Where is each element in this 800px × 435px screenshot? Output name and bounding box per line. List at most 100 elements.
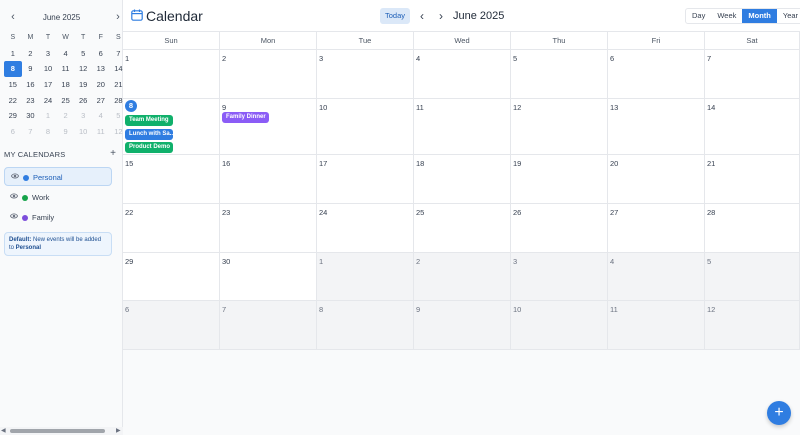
mini-day[interactable]: 20 <box>92 77 110 93</box>
scroll-left-icon[interactable]: ◀ <box>1 427 6 435</box>
prev-month-icon[interactable]: ‹ <box>416 8 428 24</box>
view-year-button[interactable]: Year <box>777 9 800 23</box>
day-cell[interactable]: 22 <box>123 204 220 253</box>
day-cell[interactable]: 13 <box>608 99 705 155</box>
day-cell[interactable]: 25 <box>414 204 511 253</box>
day-cell[interactable]: 28 <box>705 204 800 253</box>
day-cell[interactable]: 15 <box>123 155 220 204</box>
mini-day[interactable]: 2 <box>22 46 40 62</box>
eye-icon[interactable] <box>10 212 18 220</box>
mini-day[interactable]: 17 <box>39 77 57 93</box>
mini-day[interactable]: 5 <box>74 46 92 62</box>
scrollbar-thumb[interactable] <box>10 429 105 433</box>
mini-day[interactable]: 9 <box>57 124 75 140</box>
day-cell[interactable]: 19 <box>511 155 608 204</box>
day-cell[interactable]: 8 <box>317 301 414 350</box>
day-cell[interactable]: 1 <box>317 253 414 301</box>
mini-day[interactable]: 6 <box>4 124 22 140</box>
day-cell[interactable]: 5 <box>511 50 608 99</box>
day-cell[interactable]: 10 <box>317 99 414 155</box>
mini-day[interactable]: 30 <box>22 108 40 124</box>
add-calendar-icon[interactable]: + <box>110 148 116 160</box>
mini-day[interactable]: 11 <box>92 124 110 140</box>
day-cell[interactable]: 2 <box>220 50 317 99</box>
event-chip[interactable]: Team Meeting <box>125 115 173 126</box>
eye-icon[interactable] <box>11 172 19 180</box>
mini-day[interactable]: 1 <box>4 46 22 62</box>
day-cell[interactable]: 3 <box>317 50 414 99</box>
day-cell[interactable]: 29 <box>123 253 220 301</box>
event-chip[interactable]: Family Dinner <box>222 112 269 123</box>
mini-day[interactable]: 7 <box>22 124 40 140</box>
day-cell[interactable]: 16 <box>220 155 317 204</box>
next-month-icon[interactable]: › <box>435 8 447 24</box>
mini-day-today[interactable]: 8 <box>4 61 22 77</box>
mini-day[interactable]: 16 <box>22 77 40 93</box>
mini-day[interactable]: 8 <box>39 124 57 140</box>
calendar-item-personal[interactable]: Personal <box>4 167 112 186</box>
today-button[interactable]: Today <box>380 8 410 24</box>
mini-day[interactable]: 24 <box>39 93 57 109</box>
mini-day[interactable]: 15 <box>4 77 22 93</box>
scroll-right-icon[interactable]: ▶ <box>116 427 121 435</box>
day-cell[interactable]: 1 <box>123 50 220 99</box>
day-cell[interactable]: 12 <box>705 301 800 350</box>
day-cell[interactable]: 10 <box>511 301 608 350</box>
mini-day[interactable]: 9 <box>22 61 40 77</box>
mini-day[interactable]: 10 <box>74 124 92 140</box>
day-cell[interactable]: 11 <box>608 301 705 350</box>
day-cell[interactable]: 11 <box>414 99 511 155</box>
day-cell[interactable]: 7 <box>705 50 800 99</box>
mini-day[interactable]: 27 <box>92 93 110 109</box>
day-cell[interactable]: 4 <box>608 253 705 301</box>
mini-day[interactable]: 4 <box>57 46 75 62</box>
mini-day[interactable]: 13 <box>92 61 110 77</box>
mini-day[interactable]: 1 <box>39 108 57 124</box>
day-cell[interactable]: 5 <box>705 253 800 301</box>
day-cell[interactable]: 9Family Dinner <box>220 99 317 155</box>
calendar-item-work[interactable]: Work <box>4 188 112 207</box>
day-cell[interactable]: 17 <box>317 155 414 204</box>
sidebar-horizontal-scrollbar[interactable]: ◀ ▶ <box>0 427 123 435</box>
mini-day[interactable]: 25 <box>57 93 75 109</box>
mini-day[interactable]: 4 <box>92 108 110 124</box>
eye-icon[interactable] <box>10 192 18 200</box>
day-cell[interactable]: 12 <box>511 99 608 155</box>
day-cell[interactable]: 30 <box>220 253 317 301</box>
day-cell[interactable]: 18 <box>414 155 511 204</box>
day-cell[interactable]: 26 <box>511 204 608 253</box>
day-cell[interactable]: 27 <box>608 204 705 253</box>
mini-day[interactable]: 18 <box>57 77 75 93</box>
view-week-button[interactable]: Week <box>711 9 742 23</box>
view-month-button[interactable]: Month <box>742 9 777 23</box>
mini-day[interactable]: 3 <box>74 108 92 124</box>
event-chip[interactable]: Lunch with Sa... <box>125 129 173 140</box>
day-cell-today[interactable]: 8Team MeetingLunch with Sa...Product Dem… <box>123 99 220 155</box>
day-cell[interactable]: 23 <box>220 204 317 253</box>
day-cell[interactable]: 14 <box>705 99 800 155</box>
event-chip[interactable]: Product Demo <box>125 142 173 153</box>
mini-day[interactable]: 19 <box>74 77 92 93</box>
mini-day[interactable]: 22 <box>4 93 22 109</box>
mini-day[interactable]: 26 <box>74 93 92 109</box>
mini-day[interactable]: 11 <box>57 61 75 77</box>
day-cell[interactable]: 7 <box>220 301 317 350</box>
calendar-item-family[interactable]: Family <box>4 208 112 227</box>
mini-day[interactable]: 2 <box>57 108 75 124</box>
day-cell[interactable]: 2 <box>414 253 511 301</box>
day-cell[interactable]: 4 <box>414 50 511 99</box>
day-cell[interactable]: 24 <box>317 204 414 253</box>
mini-day[interactable]: 6 <box>92 46 110 62</box>
mini-day[interactable]: 10 <box>39 61 57 77</box>
day-cell[interactable]: 6 <box>123 301 220 350</box>
view-day-button[interactable]: Day <box>686 9 711 23</box>
day-cell[interactable]: 20 <box>608 155 705 204</box>
mini-day[interactable]: 12 <box>74 61 92 77</box>
add-event-button[interactable]: + <box>767 401 791 425</box>
day-cell[interactable]: 21 <box>705 155 800 204</box>
mini-day[interactable]: 23 <box>22 93 40 109</box>
day-cell[interactable]: 6 <box>608 50 705 99</box>
mini-day[interactable]: 29 <box>4 108 22 124</box>
day-cell[interactable]: 9 <box>414 301 511 350</box>
mini-day[interactable]: 3 <box>39 46 57 62</box>
